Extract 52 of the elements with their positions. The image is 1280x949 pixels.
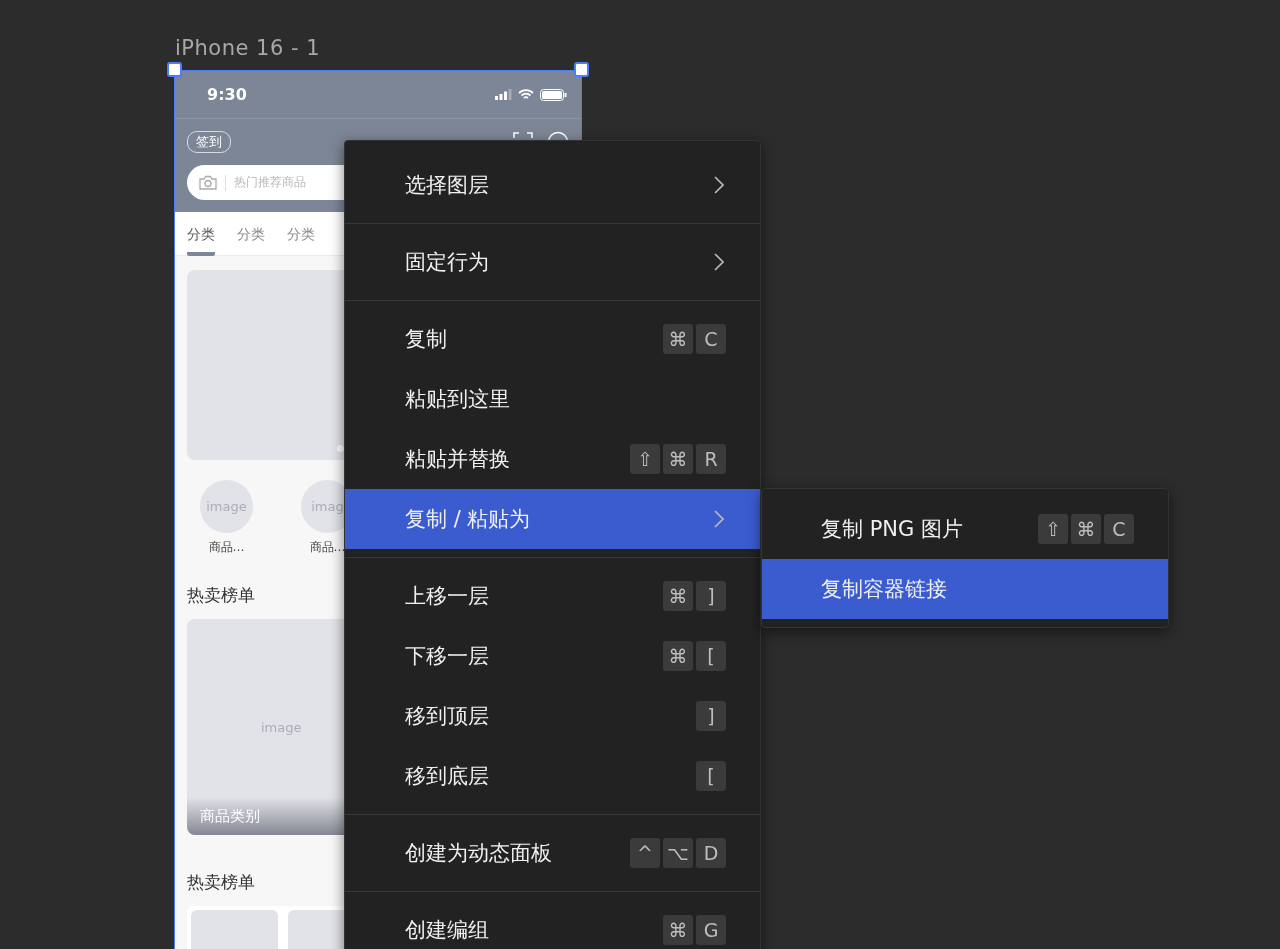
shortcut-key: ⌘ (663, 915, 693, 945)
shortcut-key: C (1104, 514, 1134, 544)
shortcut-key: ] (696, 701, 726, 731)
shortcut-key: ⌘ (663, 641, 693, 671)
menu-item[interactable]: 粘贴到这里 (345, 369, 760, 429)
tab[interactable]: 分类 (287, 212, 315, 256)
category-label: 商品… (208, 539, 245, 556)
shortcut-key: [ (696, 761, 726, 791)
menu-item[interactable]: 固定行为 (345, 232, 760, 292)
shortcut-key: ⌘ (663, 581, 693, 611)
chevron-right-icon (714, 253, 724, 271)
shortcut-key: C (696, 324, 726, 354)
menu-item[interactable]: 复制 ⌘ C (345, 309, 760, 369)
battery-icon (540, 88, 567, 101)
section-title: 热卖榜单 (187, 584, 255, 607)
shortcut-key: ⌘ (663, 444, 693, 474)
category-image: image (200, 480, 253, 533)
checkin-button[interactable]: 签到 (187, 131, 231, 153)
shortcut-key: G (696, 915, 726, 945)
carousel-dot (337, 445, 344, 452)
section-title: 热卖榜单 (187, 871, 255, 894)
menu-item[interactable]: 复制 PNG 图片 ⇧ ⌘ C (762, 499, 1168, 559)
tab[interactable]: 分类 (187, 212, 215, 256)
status-time: 9:30 (207, 85, 247, 104)
shortcut-key: [ (696, 641, 726, 671)
chevron-right-icon (714, 510, 724, 528)
shortcut-key: ⇧ (1038, 514, 1068, 544)
shortcut-key: ^ (630, 838, 660, 868)
shortcut-key: ⌥ (663, 838, 693, 868)
menu-item[interactable]: 选择图层 (345, 155, 760, 215)
shortcut-key: R (696, 444, 726, 474)
shortcut-key: ⇧ (630, 444, 660, 474)
shortcut-key: ] (696, 581, 726, 611)
menu-item[interactable]: 上移一层 ⌘ ] (345, 566, 760, 626)
menu-item[interactable]: 复制 / 粘贴为 (345, 489, 760, 549)
selection-handle[interactable] (574, 62, 589, 77)
wifi-icon (518, 88, 534, 101)
menu-item[interactable]: 复制容器链接 (762, 559, 1168, 619)
camera-icon (199, 175, 217, 190)
menu-item[interactable]: 移到顶层 ] (345, 686, 760, 746)
image-placeholder-text: image (261, 719, 302, 735)
signal-icon (495, 89, 512, 100)
shortcut-key: ⌘ (663, 324, 693, 354)
selection-handle[interactable] (167, 62, 182, 77)
shortcut-key: ⌘ (1071, 514, 1101, 544)
menu-item[interactable]: 创建编组 ⌘ G (345, 900, 760, 949)
tab[interactable]: 分类 (237, 212, 265, 256)
frame-label: iPhone 16 - 1 (175, 36, 321, 60)
chevron-right-icon (714, 176, 724, 194)
menu-item[interactable]: 下移一层 ⌘ [ (345, 626, 760, 686)
category-label: 商品… (309, 539, 346, 556)
shortcut-key: D (696, 838, 726, 868)
